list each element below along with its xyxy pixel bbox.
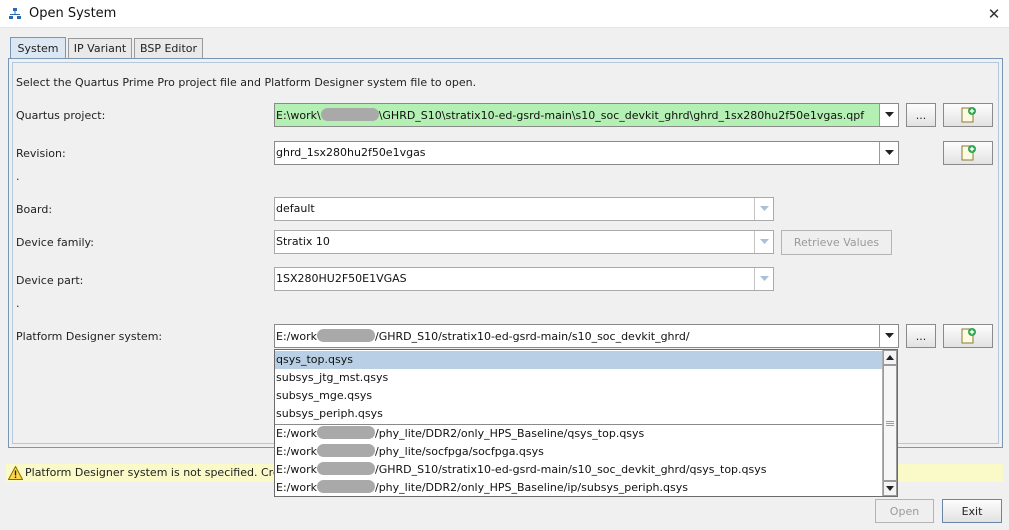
warning-icon [7, 465, 24, 483]
path-suffix: \GHRD_S10\stratix10-ed-gsrd-main\s10_soc… [378, 109, 865, 122]
list-item[interactable]: subsys_mge.qsys [275, 387, 882, 405]
path-suffix: /GHRD_S10/stratix10-ed-gsrd-main/s10_soc… [374, 330, 690, 343]
revision-combo[interactable]: ghrd_1sx280hu2f50e1vgas [274, 141, 899, 165]
system-dropdown-list[interactable]: qsys_top.qsys subsys_jtg_mst.qsys subsys… [274, 349, 898, 497]
retrieve-values-button[interactable]: Retrieve Values [781, 230, 892, 255]
path-suffix: /phy_lite/DDR2/only_HPS_Baseline/ip/subs… [374, 481, 688, 494]
redacted-segment [316, 480, 375, 493]
scroll-up-button[interactable] [883, 350, 897, 365]
tab-label: System [17, 42, 59, 55]
list-item[interactable]: E:/work/phy_lite/DDR2/only_HPS_Baseline/… [275, 479, 882, 496]
device-family-value: Stratix 10 [276, 235, 330, 248]
chevron-down-icon[interactable] [754, 268, 773, 290]
button-label: ... [915, 329, 927, 343]
device-part-label: Device part: [16, 274, 84, 287]
board-value: default [276, 202, 315, 215]
new-file-icon [961, 145, 976, 161]
scroll-down-button[interactable] [883, 481, 897, 496]
platform-designer-combo[interactable]: E:/work/GHRD_S10/stratix10-ed-gsrd-main/… [274, 324, 899, 348]
separator-dot: . [16, 297, 20, 310]
path-prefix: E:/work [276, 445, 317, 458]
scroll-down-icon [886, 486, 894, 491]
separator-dot: . [16, 170, 20, 183]
list-item-label: subsys_jtg_mst.qsys [276, 371, 389, 384]
new-revision-button[interactable] [943, 141, 993, 165]
scroll-thumb[interactable] [883, 365, 897, 481]
button-label: Exit [961, 504, 983, 518]
chevron-down-icon[interactable] [879, 325, 898, 347]
redacted-segment [320, 108, 379, 121]
button-label: Open [889, 504, 920, 518]
path-prefix: E:/work [276, 481, 317, 494]
platform-designer-label: Platform Designer system: [16, 330, 163, 343]
new-system-button[interactable] [943, 324, 993, 348]
app-icon [9, 8, 21, 20]
path-suffix: /GHRD_S10/stratix10-ed-gsrd-main/s10_soc… [374, 463, 767, 476]
revision-value: ghrd_1sx280hu2f50e1vgas [276, 146, 426, 159]
platform-designer-value: E:/work/GHRD_S10/stratix10-ed-gsrd-main/… [276, 329, 690, 343]
board-combo[interactable]: default [274, 197, 774, 221]
tab-label: IP Variant [73, 42, 127, 55]
button-label: Retrieve Values [793, 236, 880, 249]
list-item[interactable]: qsys_top.qsys [275, 351, 882, 369]
redacted-segment [316, 444, 375, 457]
grip-icon [886, 420, 894, 426]
device-part-value: 1SX280HU2F50E1VGAS [276, 272, 407, 285]
dropdown-scrollbar[interactable] [882, 350, 897, 496]
tab-bsp-editor[interactable]: BSP Editor [134, 38, 203, 58]
list-item[interactable]: subsys_jtg_mst.qsys [275, 369, 882, 387]
revision-label: Revision: [16, 147, 66, 160]
list-item[interactable]: subsys_periph.qsys [275, 405, 882, 423]
board-label: Board: [16, 203, 53, 216]
list-item-label: subsys_periph.qsys [276, 407, 383, 420]
chevron-down-icon[interactable] [754, 198, 773, 220]
tab-system[interactable]: System [10, 37, 66, 59]
path-prefix: E:/work [276, 463, 317, 476]
browse-system-button[interactable]: ... [906, 324, 936, 348]
redacted-segment [316, 329, 375, 342]
close-icon: ✕ [987, 5, 1001, 23]
list-item[interactable]: E:/work/GHRD_S10/stratix10-ed-gsrd-main/… [275, 461, 882, 479]
quartus-project-label: Quartus project: [16, 109, 106, 122]
quartus-project-value: E:\work\ \GHRD_S10\stratix10-ed-gsrd-main… [276, 108, 864, 122]
warning-text: Platform Designer system is not specifie… [25, 466, 313, 479]
list-item[interactable]: E:/work/phy_lite/DDR2/only_HPS_Baseline/… [275, 425, 882, 443]
path-prefix: E:/work [276, 330, 317, 343]
path-suffix: /phy_lite/DDR2/only_HPS_Baseline/qsys_to… [374, 427, 645, 440]
list-item-label: subsys_mge.qsys [276, 389, 373, 402]
window-title: Open System [29, 6, 117, 21]
path-prefix: E:\work\ [276, 109, 321, 122]
close-button[interactable]: ✕ [982, 2, 1006, 26]
tab-label: BSP Editor [139, 42, 198, 55]
chevron-down-icon[interactable] [879, 104, 898, 126]
redacted-segment [316, 426, 375, 439]
redacted-segment [316, 462, 375, 475]
title-bar: Open System ✕ [0, 0, 1009, 28]
list-item[interactable]: E:/work/phy_lite/socfpga/socfpga.qsys [275, 443, 882, 461]
list-item-label: qsys_top.qsys [276, 353, 353, 366]
button-label: ... [915, 108, 927, 122]
new-project-button[interactable] [943, 103, 993, 127]
instructions-text: Select the Quartus Prime Pro project fil… [16, 76, 477, 89]
scroll-up-icon [886, 355, 894, 360]
path-prefix: E:/work [276, 427, 317, 440]
chevron-down-icon[interactable] [879, 142, 898, 164]
new-file-icon [961, 328, 976, 344]
exit-button[interactable]: Exit [942, 499, 1002, 523]
browse-project-button[interactable]: ... [906, 103, 936, 127]
quartus-project-combo[interactable]: E:\work\ \GHRD_S10\stratix10-ed-gsrd-main… [274, 103, 899, 127]
path-suffix: /phy_lite/socfpga/socfpga.qsys [374, 445, 544, 458]
chevron-down-icon[interactable] [754, 231, 773, 253]
open-button[interactable]: Open [875, 499, 934, 523]
tab-ip-variant[interactable]: IP Variant [68, 38, 132, 58]
device-family-label: Device family: [16, 236, 94, 249]
new-file-icon [961, 107, 976, 123]
device-family-combo[interactable]: Stratix 10 [274, 230, 774, 254]
device-part-combo[interactable]: 1SX280HU2F50E1VGAS [274, 267, 774, 291]
